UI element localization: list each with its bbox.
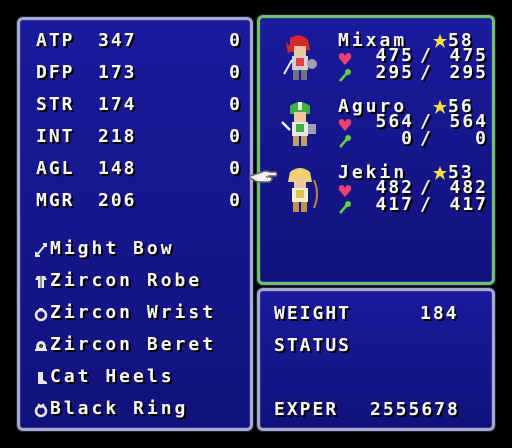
stat-value: 173 <box>98 62 137 83</box>
stat-row-agl: AGL 148 0 <box>20 158 250 184</box>
equip-name: Zircon Robe <box>50 270 203 291</box>
stat-bonus: 0 <box>229 158 242 179</box>
heart-icon <box>338 119 352 131</box>
stat-name: DFP <box>36 62 75 83</box>
stat-value: 218 <box>98 126 137 147</box>
mp-current: 295 <box>375 62 414 83</box>
heart-icon <box>338 185 352 197</box>
stat-name: STR <box>36 94 75 115</box>
stat-value: 206 <box>98 190 137 211</box>
ring-icon <box>34 308 48 322</box>
stat-name: INT <box>36 126 75 147</box>
equip-slot-weapon[interactable]: Might Bow <box>34 238 254 264</box>
equip-name: Zircon Beret <box>50 334 217 355</box>
equip-name: Cat Heels <box>50 366 175 387</box>
character-info-panel: WEIGHT 184 STATUS EXPER 2555678 <box>257 288 495 431</box>
character-stats-panel: ATP 347 0 DFP 173 0 STR 174 0 INT 218 0 … <box>17 17 253 431</box>
stat-row-dfp: DFP 173 0 <box>20 62 250 88</box>
stat-name: AGL <box>36 158 75 179</box>
stat-name: MGR <box>36 190 75 211</box>
party-member-jekin[interactable]: Jekin 53 482 / 482 417 / 417 <box>260 162 492 230</box>
stat-row-atp: ATP 347 0 <box>20 30 250 56</box>
bow-icon <box>35 243 47 257</box>
magic-wand-icon <box>339 69 351 82</box>
equip-slot-feet[interactable]: Cat Heels <box>34 366 254 392</box>
equip-slot-accessory[interactable]: Black Ring <box>34 398 254 424</box>
equip-name: Zircon Wrist <box>50 302 217 323</box>
magic-wand-icon <box>339 135 351 148</box>
equip-name: Might Bow <box>50 238 175 259</box>
ring-icon <box>34 403 48 418</box>
boots-icon <box>38 372 47 384</box>
helmet-icon <box>35 341 47 351</box>
archer-sprite-icon <box>288 168 318 212</box>
mp-current: 417 <box>375 194 414 215</box>
magic-wand-icon <box>339 201 351 214</box>
stat-value: 347 <box>98 30 137 51</box>
knight-sprite-icon <box>281 102 316 146</box>
exper-value: 2555678 <box>370 399 460 420</box>
stat-row-str: STR 174 0 <box>20 94 250 120</box>
stat-value: 174 <box>98 94 137 115</box>
weight-label: WEIGHT <box>274 303 352 324</box>
equip-slot-wrist[interactable]: Zircon Wrist <box>34 302 254 328</box>
stat-value: 148 <box>98 158 137 179</box>
party-member-mixam[interactable]: Mixam 58 475 / 475 295 / 295 <box>260 30 492 98</box>
weight-value: 184 <box>420 303 459 324</box>
party-panel: Mixam 58 475 / 475 295 / 295 Aguro 56 56… <box>257 15 495 285</box>
mp-max: 417 <box>449 194 488 215</box>
stat-name: ATP <box>36 30 75 51</box>
equip-name: Black Ring <box>50 398 189 419</box>
equip-slot-armor[interactable]: Zircon Robe <box>34 270 254 296</box>
stat-bonus: 0 <box>229 94 242 115</box>
stat-row-int: INT 218 0 <box>20 126 250 152</box>
stat-bonus: 0 <box>229 190 242 211</box>
warrior-sprite-icon <box>283 35 317 80</box>
equip-slot-head[interactable]: Zircon Beret <box>34 334 254 360</box>
exper-label: EXPER <box>274 399 339 420</box>
status-label: STATUS <box>274 335 352 356</box>
stat-bonus: 0 <box>229 62 242 83</box>
robe-icon <box>35 276 47 288</box>
stat-row-mgr: MGR 206 0 <box>20 190 250 216</box>
mp-current: 0 <box>401 128 414 149</box>
party-member-aguro[interactable]: Aguro 56 564 / 564 0 / 0 <box>260 96 492 164</box>
mp-max: 0 <box>475 128 488 149</box>
mp-max: 295 <box>449 62 488 83</box>
pointing-hand-cursor-icon <box>249 170 278 183</box>
stat-bonus: 0 <box>229 126 242 147</box>
stat-bonus: 0 <box>229 30 242 51</box>
heart-icon <box>338 53 352 65</box>
